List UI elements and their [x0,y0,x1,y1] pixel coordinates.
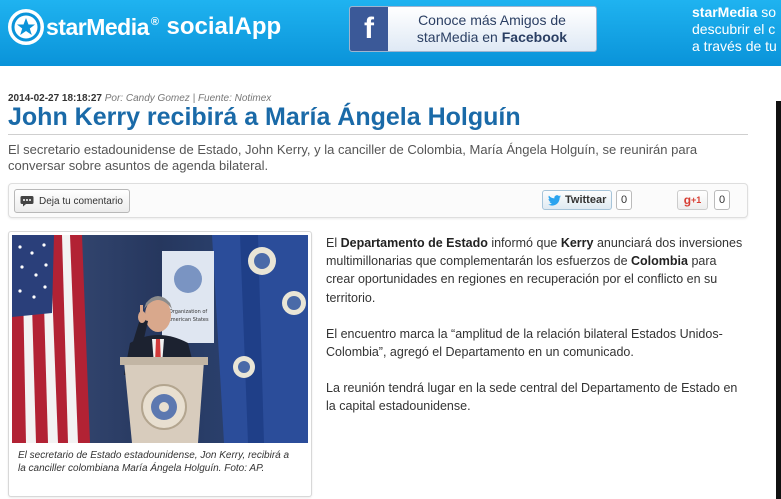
starmedia-logo[interactable]: starMedia ® socialApp [8,9,281,45]
p1-text-1: El [326,236,341,250]
article-body: El Departamento de Estado informó que Ke… [326,234,746,434]
starmedia-star-icon [8,9,44,45]
article-figure: Organization of American States El secre… [8,231,312,497]
oas-backdrop-text2: American States [167,317,209,323]
article-photo[interactable]: Organization of American States [12,235,308,443]
logo-text: starMedia [46,13,149,40]
comment-button[interactable]: Deja tu comentario [14,189,130,213]
title-divider [8,134,748,135]
app-name: socialApp [166,13,282,40]
podium [120,357,208,443]
body-paragraph-2: El encuentro marca la “amplitud de la re… [326,326,723,360]
facebook-icon: f [350,7,388,51]
twitter-tweet-button[interactable]: Twittear [542,190,613,210]
facebook-banner-bold: Facebook [501,29,568,45]
article-lead: El secretario estadounidense de Estado, … [8,142,698,173]
twitter-bird-icon [548,194,561,206]
facebook-banner-text: Conoce más Amigos de starMedia en Facebo… [388,12,596,46]
us-flag [12,235,90,443]
logo-registered-mark: ® [150,16,159,28]
p1-bold-colombia: Colombia [631,254,688,269]
kerry-podium-illustration: Organization of American States [12,235,308,443]
share-toolbar: Deja tu comentario Twittear 0 g +1 0 [8,183,748,218]
comment-button-label: Deja tu comentario [39,195,123,207]
oas-flags [212,235,308,443]
speech-bubble-icon [20,196,34,207]
google-plus-count: 0 [714,190,731,210]
google-plus-button[interactable]: g +1 [677,190,708,210]
photo-caption: El secretario de Estado estadounidense, … [18,450,290,474]
facebook-banner-line1: Conoce más Amigos de [418,12,566,28]
p1-bold-departamento: Departamento de Estado [340,236,488,250]
facebook-promo-banner[interactable]: f Conoce más Amigos de starMedia en Face… [349,6,597,52]
twitter-button-label: Twittear [565,194,607,206]
promo-brand: starMedia [692,4,758,20]
google-plus-suffix: +1 [691,195,702,205]
header-promo-text[interactable]: starMedia so descubrir el c a través de … [692,4,777,55]
side-ad-edge [776,101,781,499]
twitter-count: 0 [616,190,633,210]
p1-bold-kerry: Kerry [560,236,594,250]
promo-line3: a través de tu [692,38,777,54]
article-title: John Kerry recibirá a María Ángela Holgu… [8,103,521,131]
promo-line1-rest: so [757,4,777,20]
oas-backdrop-text: Organization of [169,309,208,315]
promo-line2: descubrir el c [692,21,776,37]
google-plus-icon: g [683,193,692,207]
oas-backdrop [162,251,214,343]
p1-text-2: informó que [487,236,561,250]
body-paragraph-1: El Departamento de Estado informó que Ke… [326,234,746,307]
facebook-banner-line2: starMedia en [416,29,502,45]
site-header: starMedia ® socialApp f Conoce más Amigo… [0,0,781,66]
body-paragraph-3: La reunión tendrá lugar en la sede centr… [326,381,738,414]
